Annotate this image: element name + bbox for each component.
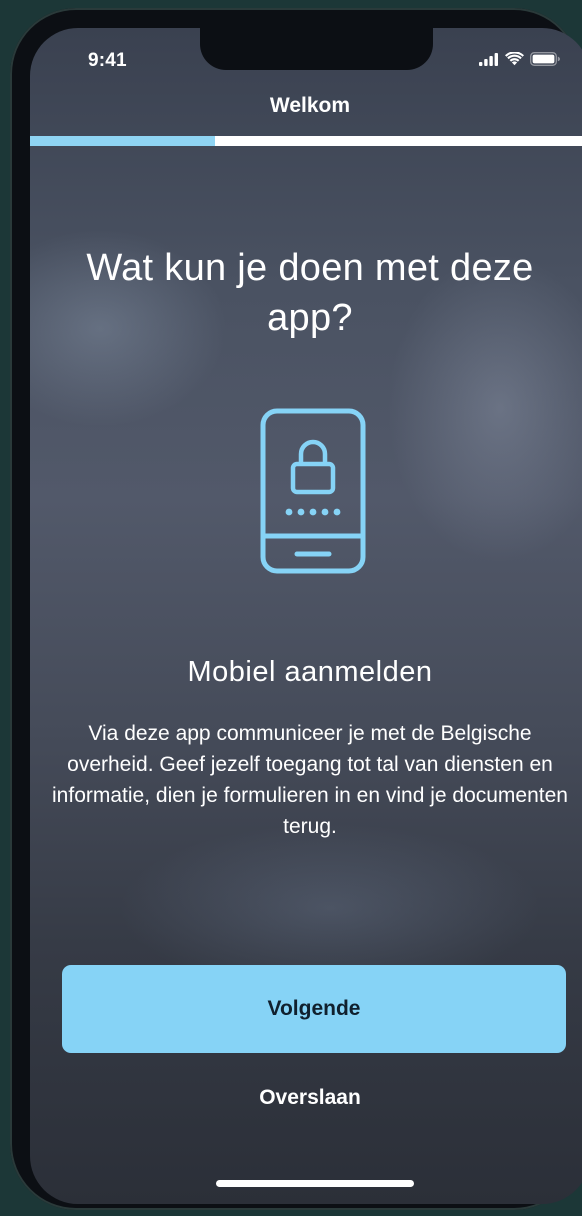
onboarding-headline: Wat kun je doen met deze app? bbox=[86, 247, 534, 339]
home-indicator[interactable] bbox=[216, 1180, 414, 1187]
screen-title: Welkom bbox=[269, 94, 351, 117]
app-screen: 9:41 Welkom Wat kun je doen met deze app… bbox=[30, 28, 582, 1204]
onboarding-progress-bar bbox=[30, 136, 582, 146]
next-button[interactable]: Volgende bbox=[62, 965, 566, 1053]
feature-description: Via deze app communiceer je met de Belgi… bbox=[52, 722, 568, 838]
onboarding-progress-fill bbox=[30, 136, 215, 146]
status-time: 9:41 bbox=[88, 50, 127, 71]
wifi-icon bbox=[505, 52, 524, 66]
device-notch bbox=[200, 28, 433, 70]
battery-icon bbox=[530, 52, 560, 66]
cellular-signal-icon bbox=[479, 52, 498, 66]
feature-title: Mobiel aanmelden bbox=[187, 656, 433, 688]
status-icons bbox=[479, 52, 560, 66]
phone-lock-icon bbox=[260, 408, 366, 574]
skip-button[interactable]: Overslaan bbox=[210, 1086, 410, 1110]
phone-frame: 9:41 Welkom Wat kun je doen met deze app… bbox=[10, 8, 582, 1210]
next-button-label: Volgende bbox=[267, 997, 361, 1020]
